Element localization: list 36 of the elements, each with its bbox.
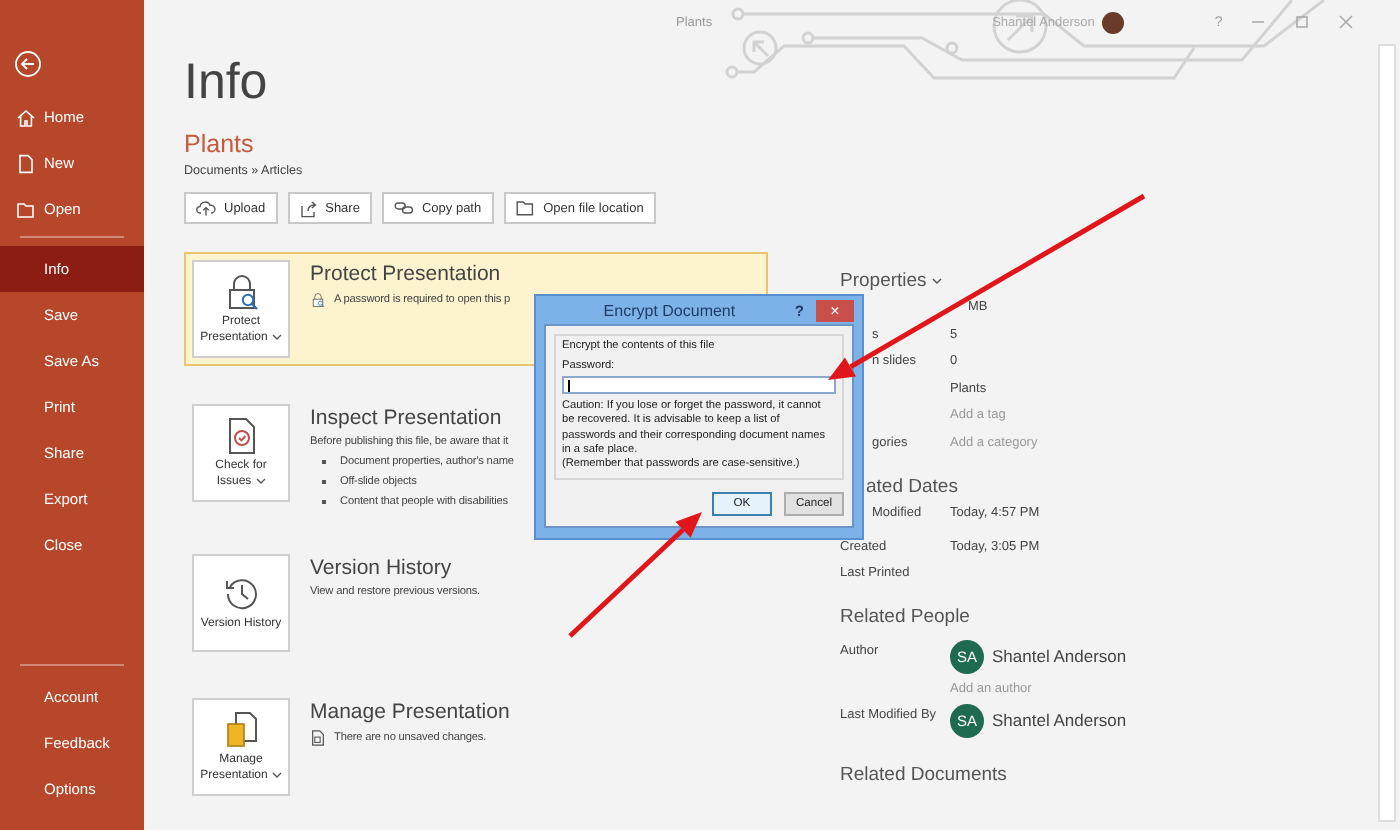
caret-icon — [271, 771, 282, 777]
arrow-annotation — [568, 512, 702, 638]
section-title: Protect Presentation — [310, 262, 501, 286]
properties-heading[interactable]: Properties — [840, 269, 927, 291]
scrollbar[interactable] — [1378, 44, 1396, 822]
document-icon — [221, 709, 261, 750]
caret-icon — [255, 477, 266, 483]
section-title: Inspect Presentation — [310, 406, 502, 430]
dialog-title: Encrypt Document — [601, 301, 738, 319]
document-icon — [16, 153, 36, 173]
share-icon — [299, 199, 318, 217]
folder-icon — [16, 199, 36, 219]
section-heading: Related Documents — [840, 762, 1009, 789]
clock-icon — [221, 573, 261, 614]
lock-icon — [310, 292, 326, 308]
caret-icon — [271, 333, 282, 339]
document-icon — [310, 730, 326, 746]
password-field[interactable] — [562, 376, 836, 394]
home-icon — [16, 107, 36, 127]
link-icon — [393, 200, 414, 216]
section-title: Manage Presentation — [310, 700, 510, 724]
caret-icon — [932, 277, 943, 283]
page-heading: Info — [184, 52, 268, 112]
section-heading: ated Dates — [864, 473, 960, 500]
section-heading: Related People — [840, 604, 972, 631]
folder-icon — [515, 200, 536, 216]
close-button[interactable]: × — [816, 299, 854, 321]
restore-icon[interactable] — [1294, 14, 1311, 30]
person-name[interactable]: Shantel Anderson — [992, 710, 1127, 730]
section-title: Version History — [310, 556, 452, 580]
back-icon[interactable] — [14, 50, 42, 78]
person-name[interactable]: Shantel Anderson — [992, 646, 1127, 666]
close-icon[interactable] — [1338, 14, 1355, 30]
file-name: Plants — [184, 130, 254, 158]
cloud-upload-icon — [196, 200, 216, 216]
user-avatar[interactable] — [1102, 11, 1125, 33]
